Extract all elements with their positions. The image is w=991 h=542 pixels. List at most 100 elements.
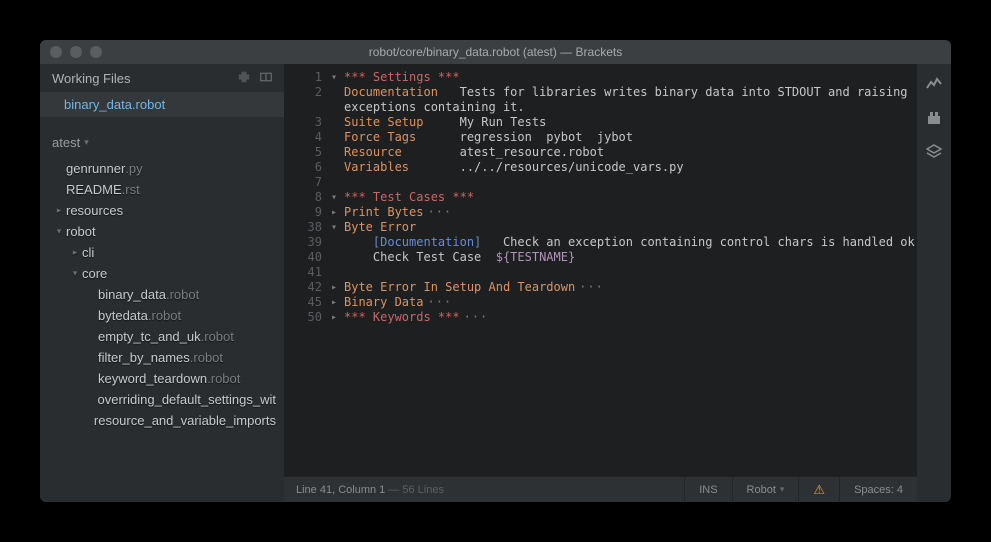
layers-icon[interactable]: [926, 144, 942, 160]
folder-item[interactable]: ▸resources: [40, 200, 284, 221]
fold-marker-icon[interactable]: ▸: [328, 280, 340, 295]
gear-icon[interactable]: [238, 71, 250, 86]
line-number: 38: [284, 220, 322, 235]
fold-marker-icon: [328, 85, 340, 100]
disclosure-triangle-icon[interactable]: ▾: [68, 268, 82, 279]
fold-marker-icon: [328, 130, 340, 145]
file-name: bytedata: [98, 308, 148, 323]
line-count: — 56 Lines: [385, 484, 444, 496]
fold-marker-icon: [328, 175, 340, 190]
line-number: 5: [284, 145, 322, 160]
language-mode[interactable]: Robot▾: [732, 477, 799, 502]
right-toolbar: [917, 64, 951, 502]
line-number: 40: [284, 250, 322, 265]
file-ext: .robot: [207, 371, 240, 386]
statusbar: Line 41, Column 1 — 56 Lines INS Robot▾ …: [284, 476, 917, 502]
disclosure-triangle-icon[interactable]: ▸: [68, 247, 82, 258]
file-ext: .robot: [148, 308, 181, 323]
chevron-down-icon: ▾: [780, 484, 785, 495]
line-number-gutter: 12345678938394041424550: [284, 70, 328, 476]
editor-area: 12345678938394041424550 ▾▾▸▾▸▸▸ *** Sett…: [284, 64, 917, 502]
fold-marker-icon[interactable]: ▸: [328, 310, 340, 325]
fold-marker-icon[interactable]: ▸: [328, 295, 340, 310]
line-number: 42: [284, 280, 322, 295]
fold-marker-icon: [328, 100, 340, 115]
file-name: resources: [66, 203, 123, 218]
line-number: 3: [284, 115, 322, 130]
line-number: 8: [284, 190, 322, 205]
file-item[interactable]: binary_data.robot: [40, 284, 284, 305]
titlebar[interactable]: robot/core/binary_data.robot (atest) — B…: [40, 40, 951, 64]
file-ext: .rst: [122, 182, 140, 197]
file-item[interactable]: keyword_teardown.robot: [40, 368, 284, 389]
fold-marker-icon: [328, 115, 340, 130]
file-ext: .robot: [201, 329, 234, 344]
line-number: [284, 100, 322, 115]
line-number: 4: [284, 130, 322, 145]
file-name: robot: [66, 224, 96, 239]
fold-marker-icon[interactable]: ▾: [328, 190, 340, 205]
folder-item[interactable]: ▾core: [40, 263, 284, 284]
file-item[interactable]: resource_and_variable_imports: [40, 410, 284, 431]
working-file-item[interactable]: binary_data.robot: [40, 92, 284, 117]
code-content[interactable]: *** Settings *** Documentation Tests for…: [340, 70, 917, 476]
fold-gutter[interactable]: ▾▾▸▾▸▸▸: [328, 70, 340, 476]
line-number: 50: [284, 310, 322, 325]
file-item[interactable]: empty_tc_and_uk.robot: [40, 326, 284, 347]
file-name: README: [66, 182, 122, 197]
app-window: robot/core/binary_data.robot (atest) — B…: [40, 40, 951, 502]
fold-marker-icon[interactable]: ▾: [328, 220, 340, 235]
zoom-icon[interactable]: [90, 46, 102, 58]
line-number: 7: [284, 175, 322, 190]
code-editor[interactable]: 12345678938394041424550 ▾▾▸▾▸▸▸ *** Sett…: [284, 64, 917, 476]
live-preview-icon[interactable]: [926, 76, 942, 92]
fold-marker-icon: [328, 250, 340, 265]
working-files-label: Working Files: [52, 71, 131, 86]
line-number: 39: [284, 235, 322, 250]
file-ext: .py: [125, 161, 142, 176]
sidebar: Working Files binary_data.robot atest ▾ …: [40, 64, 284, 502]
warning-icon: ⚠: [813, 482, 825, 498]
file-name: core: [82, 266, 107, 281]
project-name: atest: [52, 135, 80, 150]
working-files-header: Working Files: [40, 64, 284, 92]
fold-marker-icon: [328, 265, 340, 280]
chevron-down-icon: ▾: [84, 137, 89, 148]
insert-mode[interactable]: INS: [684, 477, 731, 502]
fold-marker-icon: [328, 160, 340, 175]
minimize-icon[interactable]: [70, 46, 82, 58]
extension-manager-icon[interactable]: [926, 110, 942, 126]
fold-marker-icon[interactable]: ▾: [328, 70, 340, 85]
folder-item[interactable]: ▾robot: [40, 221, 284, 242]
disclosure-triangle-icon[interactable]: ▸: [52, 205, 66, 216]
file-item[interactable]: bytedata.robot: [40, 305, 284, 326]
file-name: genrunner: [66, 161, 125, 176]
file-item[interactable]: filter_by_names.robot: [40, 347, 284, 368]
file-tree: genrunner.pyREADME.rst▸resources▾robot▸c…: [40, 156, 284, 435]
line-number: 9: [284, 205, 322, 220]
file-item[interactable]: README.rst: [40, 179, 284, 200]
cursor-position[interactable]: Line 41, Column 1: [296, 484, 385, 496]
file-ext: .robot: [190, 350, 223, 365]
file-item[interactable]: genrunner.py: [40, 158, 284, 179]
split-view-icon[interactable]: [260, 71, 272, 86]
project-header[interactable]: atest ▾: [40, 125, 284, 156]
folder-item[interactable]: ▸cli: [40, 242, 284, 263]
fold-marker-icon[interactable]: ▸: [328, 205, 340, 220]
disclosure-triangle-icon[interactable]: ▾: [52, 226, 66, 237]
indent-mode[interactable]: Spaces: 4: [839, 477, 917, 502]
line-number: 1: [284, 70, 322, 85]
fold-marker-icon: [328, 145, 340, 160]
fold-marker-icon: [328, 235, 340, 250]
file-name: empty_tc_and_uk: [98, 329, 201, 344]
line-number: 41: [284, 265, 322, 280]
file-name: cli: [82, 245, 94, 260]
line-number: 6: [284, 160, 322, 175]
file-ext: .robot: [166, 287, 199, 302]
file-name: resource_and_variable_imports: [94, 413, 276, 428]
file-name: binary_data: [98, 287, 166, 302]
line-number: 45: [284, 295, 322, 310]
lint-status[interactable]: ⚠: [798, 477, 839, 502]
close-icon[interactable]: [50, 46, 62, 58]
file-item[interactable]: overriding_default_settings_wit: [40, 389, 284, 410]
